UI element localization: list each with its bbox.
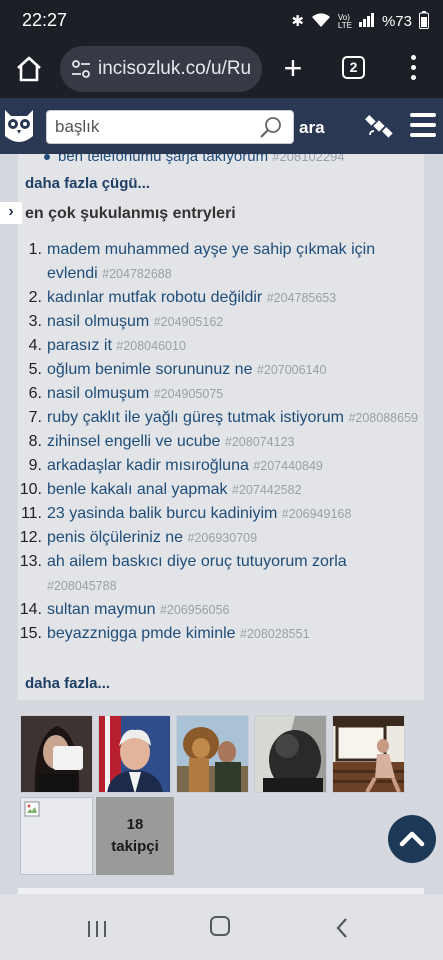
volte-icon: Vo) LTE — [337, 12, 352, 30]
follower-avatar[interactable] — [332, 715, 405, 793]
site-settings-icon[interactable] — [71, 59, 91, 79]
search-box — [46, 110, 294, 144]
battery-text: %73 — [381, 13, 412, 30]
bluetooth-icon: ✱ — [291, 13, 304, 30]
owl-logo-icon[interactable] — [2, 106, 36, 146]
entry-item[interactable]: 6. nasil olmuşum #204905075 — [18, 382, 418, 406]
section-title: en çok şukulanmış entryleri — [25, 205, 236, 222]
tab-switcher-button[interactable]: 2 — [342, 56, 365, 79]
follower-avatar[interactable] — [98, 715, 171, 793]
hamburger-menu-icon[interactable] — [410, 113, 436, 137]
battery-icon — [419, 11, 429, 32]
system-navigation-bar — [0, 894, 443, 960]
followers-count-box[interactable]: 18 takipçi — [96, 797, 174, 875]
entry-item[interactable]: 8. zihinsel engelli ve ucube #208074123 — [18, 430, 418, 454]
followers-label: takipçi — [111, 838, 159, 855]
page-content: › ben telefonumu şarja takıyorum #208102… — [0, 154, 443, 894]
wifi-icon — [311, 12, 331, 31]
entry-item[interactable]: 11. 23 yasinda balik burcu kadiniyim #206… — [18, 502, 418, 526]
follower-avatar[interactable] — [176, 715, 249, 793]
follower-thumbnails — [20, 715, 410, 793]
entry-item[interactable]: 15. beyazznigga pmde kiminle #208028551 — [18, 622, 418, 646]
follower-avatar-broken-image[interactable] — [20, 797, 93, 875]
chevron-up-icon — [399, 831, 425, 847]
site-header: ara — [0, 98, 443, 154]
browser-toolbar: incisozluk.co/u/Ru + 2 — [0, 40, 443, 98]
followers-count: 18 — [126, 816, 144, 833]
follower-avatar[interactable] — [254, 715, 327, 793]
entry-item[interactable]: 12. penis ölçüleriniz ne #206930709 — [18, 526, 418, 550]
browser-menu-button[interactable] — [405, 55, 421, 83]
entry-item[interactable]: 13. ah ailem baskıcı diye oruç tutuyorum … — [18, 550, 418, 598]
entry-item[interactable]: 2. kadınlar mutfak robotu değildir #20478… — [18, 286, 418, 310]
home-icon — [17, 56, 41, 82]
broken-image-icon — [24, 801, 40, 817]
entry-item[interactable]: 5. oğlum benimle sorununuz ne #207006140 — [18, 358, 418, 382]
satellite-icon[interactable] — [364, 111, 394, 141]
follower-avatar[interactable] — [20, 715, 93, 793]
search-button[interactable]: ara — [299, 118, 325, 138]
entry-item[interactable]: 14. sultan maymun #206956056 — [18, 598, 418, 622]
search-icon[interactable] — [259, 115, 283, 139]
entry-item[interactable]: 10. benle kakalı anal yapmak #207442582 — [18, 478, 418, 502]
address-bar[interactable]: incisozluk.co/u/Ru — [60, 46, 262, 92]
status-icons: ✱ Vo) LTE %73 — [291, 11, 429, 32]
signal-icon — [358, 13, 375, 30]
browser-home-button[interactable] — [14, 54, 44, 84]
profile-panel: ben telefonumu şarja takıyorum #20810229… — [18, 154, 424, 700]
status-bar: 22:27 ✱ Vo) LTE %73 — [0, 0, 443, 40]
home-nav-icon[interactable] — [210, 916, 230, 936]
status-time: 22:27 — [22, 10, 68, 30]
previous-more-link[interactable]: daha fazla çügü... — [25, 175, 150, 192]
back-nav-icon[interactable] — [335, 918, 349, 938]
entry-item[interactable]: 4. parasız it #208046010 — [18, 334, 418, 358]
scroll-to-top-button[interactable] — [388, 815, 436, 863]
entry-item[interactable]: 1. madem muhammed ayşe ye sahip çıkmak iç… — [18, 238, 418, 286]
recent-apps-icon[interactable] — [86, 920, 108, 938]
entries-more-link[interactable]: daha fazla... — [25, 675, 110, 692]
previous-list-item[interactable]: ben telefonumu şarja takıyorum #20810229… — [44, 154, 345, 165]
new-tab-button[interactable]: + — [280, 52, 306, 86]
search-input[interactable] — [55, 115, 255, 139]
entry-item[interactable]: 3. nasil olmuşum #204905162 — [18, 310, 418, 334]
entry-item[interactable]: 7. ruby çaklıt ile yağlı güreş tutmak ist… — [18, 406, 418, 430]
entry-item[interactable]: 9. arkadaşlar kadir mısıroğluna #20744084… — [18, 454, 418, 478]
sidebar-toggle-chevron-icon[interactable]: › — [0, 202, 22, 224]
url-text: incisozluk.co/u/Ru — [98, 58, 252, 79]
top-entries-list: 1. madem muhammed ayşe ye sahip çıkmak iç… — [18, 238, 418, 646]
